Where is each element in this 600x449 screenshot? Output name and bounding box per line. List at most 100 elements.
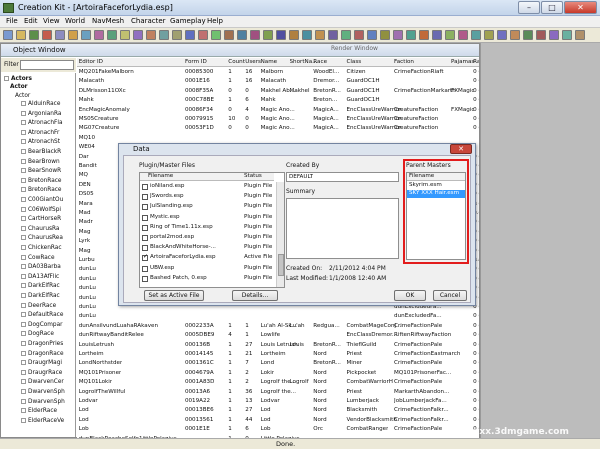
- expand-icon[interactable]: [21, 341, 26, 346]
- expand-icon[interactable]: [21, 216, 26, 222]
- tree-item[interactable]: AlduinRace: [21, 101, 60, 107]
- expand-icon[interactable]: [21, 149, 26, 154]
- expand-icon[interactable]: [21, 379, 26, 385]
- tree-item[interactable]: DwarvenSph: [21, 398, 65, 405]
- toolbar-tool-icon[interactable]: [419, 30, 429, 40]
- grid-column-header[interactable]: Users: [245, 59, 261, 65]
- tree-item[interactable]: DogRace: [21, 331, 54, 337]
- tree-item[interactable]: CowRace: [21, 254, 55, 261]
- summary-field[interactable]: [286, 198, 399, 259]
- ok-button[interactable]: OK: [394, 290, 426, 301]
- tree-item[interactable]: C06WolfSpi: [21, 206, 61, 213]
- expand-icon[interactable]: [21, 417, 26, 423]
- menu-gameplay[interactable]: Gameplay: [170, 17, 206, 25]
- menu-file[interactable]: File: [6, 17, 18, 25]
- toolbar-tool-icon[interactable]: [250, 30, 260, 40]
- grid-column-header[interactable]: Race: [313, 59, 327, 65]
- toolbar-tool-icon[interactable]: [263, 30, 273, 40]
- tree-item[interactable]: DogCompar: [21, 321, 63, 328]
- tree-item[interactable]: ArgonianRa: [21, 110, 61, 117]
- plugin-file-row[interactable]: JSwords.esp Plugin File: [140, 193, 274, 201]
- toolbar-tool-icon[interactable]: [3, 30, 13, 40]
- tree-item[interactable]: DarkElfRac: [21, 293, 60, 299]
- toolbar-tool-icon[interactable]: [159, 30, 169, 40]
- file-list-scrollbar[interactable]: [276, 182, 284, 287]
- expand-icon[interactable]: [21, 283, 26, 289]
- set-active-file-button[interactable]: Set as Active File: [144, 290, 204, 301]
- tree-item[interactable]: BretonRace: [21, 187, 62, 193]
- plugin-file-row[interactable]: BlackAndWhiteHorse-... Plugin File: [140, 244, 274, 252]
- toolbar-tool-icon[interactable]: [120, 30, 130, 40]
- toolbar-tool-icon[interactable]: [68, 30, 78, 40]
- toolbar-tool-icon[interactable]: [172, 30, 182, 40]
- tree-node-actors[interactable]: Actors: [4, 76, 32, 82]
- toolbar-tool-icon[interactable]: [198, 30, 208, 40]
- expand-icon[interactable]: [21, 293, 26, 298]
- expand-icon[interactable]: [21, 369, 26, 375]
- expand-icon[interactable]: [21, 302, 26, 308]
- tree-item[interactable]: DragonRace: [21, 350, 64, 357]
- plugin-file-row[interactable]: UBW.esp Plugin File: [140, 265, 274, 273]
- expand-icon[interactable]: [21, 389, 26, 394]
- menu-view[interactable]: View: [43, 17, 60, 25]
- tree-item[interactable]: AtronachSt: [21, 139, 60, 145]
- close-button[interactable]: ✕: [564, 1, 597, 14]
- expand-icon[interactable]: [21, 129, 26, 135]
- plugin-file-row[interactable]: ioNiland.esp Plugin File: [140, 183, 274, 191]
- tree-item[interactable]: BearBrown: [21, 158, 60, 165]
- toolbar-tool-icon[interactable]: [146, 30, 156, 40]
- toolbar-tool-icon[interactable]: [367, 30, 377, 40]
- toolbar-tool-icon[interactable]: [16, 30, 26, 40]
- toolbar-tool-icon[interactable]: [497, 30, 507, 40]
- plugin-file-row[interactable]: portal2mod.esp Plugin File: [140, 234, 274, 242]
- toolbar-tool-icon[interactable]: [211, 30, 221, 40]
- grid-column-header[interactable]: Editor ID: [79, 59, 103, 65]
- expand-icon[interactable]: [21, 350, 26, 356]
- tree-item[interactable]: ChickenRac: [21, 245, 62, 251]
- tree-item[interactable]: AtronachFla: [21, 120, 63, 126]
- file-checkbox[interactable]: [142, 224, 148, 231]
- file-checkbox[interactable]: [142, 253, 148, 262]
- file-checkbox[interactable]: [142, 194, 148, 201]
- expand-icon[interactable]: [21, 120, 26, 126]
- plugin-file-row[interactable]: Bashed Patch, 0.esp Plugin File: [140, 275, 274, 283]
- toolbar-tool-icon[interactable]: [185, 30, 195, 40]
- plugin-file-row[interactable]: Mystic.esp Plugin File: [140, 214, 274, 222]
- toolbar-tool-icon[interactable]: [94, 30, 104, 40]
- tree-item[interactable]: DwarvenCer: [21, 379, 64, 385]
- toolbar-tool-icon[interactable]: [289, 30, 299, 40]
- toolbar-tool-icon[interactable]: [432, 30, 442, 40]
- plugin-file-row[interactable]: Ring of Time1.11x.esp Plugin File: [140, 224, 274, 232]
- grid-column-header[interactable]: Count: [228, 59, 245, 65]
- details-button[interactable]: Details...: [232, 290, 278, 301]
- toolbar-tool-icon[interactable]: [224, 30, 234, 40]
- grid-column-header[interactable]: Class: [346, 59, 361, 65]
- tree-item[interactable]: ElderRace: [21, 408, 57, 414]
- file-checkbox[interactable]: [142, 245, 148, 252]
- file-checkbox[interactable]: [142, 235, 148, 241]
- toolbar-tool-icon[interactable]: [510, 30, 520, 40]
- tree-item[interactable]: DragonPries: [21, 341, 63, 347]
- file-checkbox[interactable]: [142, 265, 148, 272]
- grid-column-header[interactable]: Rank: [473, 59, 479, 65]
- expand-icon[interactable]: [21, 245, 26, 250]
- toolbar-tool-icon[interactable]: [354, 30, 364, 40]
- file-checkbox[interactable]: [142, 204, 148, 211]
- tree-item[interactable]: BretonRace: [21, 177, 62, 184]
- toolbar-tool-icon[interactable]: [380, 30, 390, 40]
- tree-item[interactable]: DA03Barba: [21, 264, 61, 270]
- tree-item[interactable]: BearBlackR: [21, 149, 61, 155]
- menu-character[interactable]: Character: [131, 17, 166, 25]
- expand-icon[interactable]: [21, 139, 26, 145]
- toolbar-tool-icon[interactable]: [341, 30, 351, 40]
- expand-icon[interactable]: [21, 398, 26, 404]
- file-checkbox[interactable]: [142, 275, 148, 282]
- toolbar-tool-icon[interactable]: [484, 30, 494, 40]
- minimize-button[interactable]: –: [518, 1, 540, 14]
- toolbar-tool-icon[interactable]: [107, 30, 117, 40]
- toolbar-tool-icon[interactable]: [133, 30, 143, 40]
- grid-column-header[interactable]: Name: [261, 59, 278, 65]
- tree-item[interactable]: DefaultRace: [21, 312, 63, 318]
- tree-item[interactable]: DarkElfRac: [21, 283, 60, 289]
- expand-icon[interactable]: [21, 331, 26, 337]
